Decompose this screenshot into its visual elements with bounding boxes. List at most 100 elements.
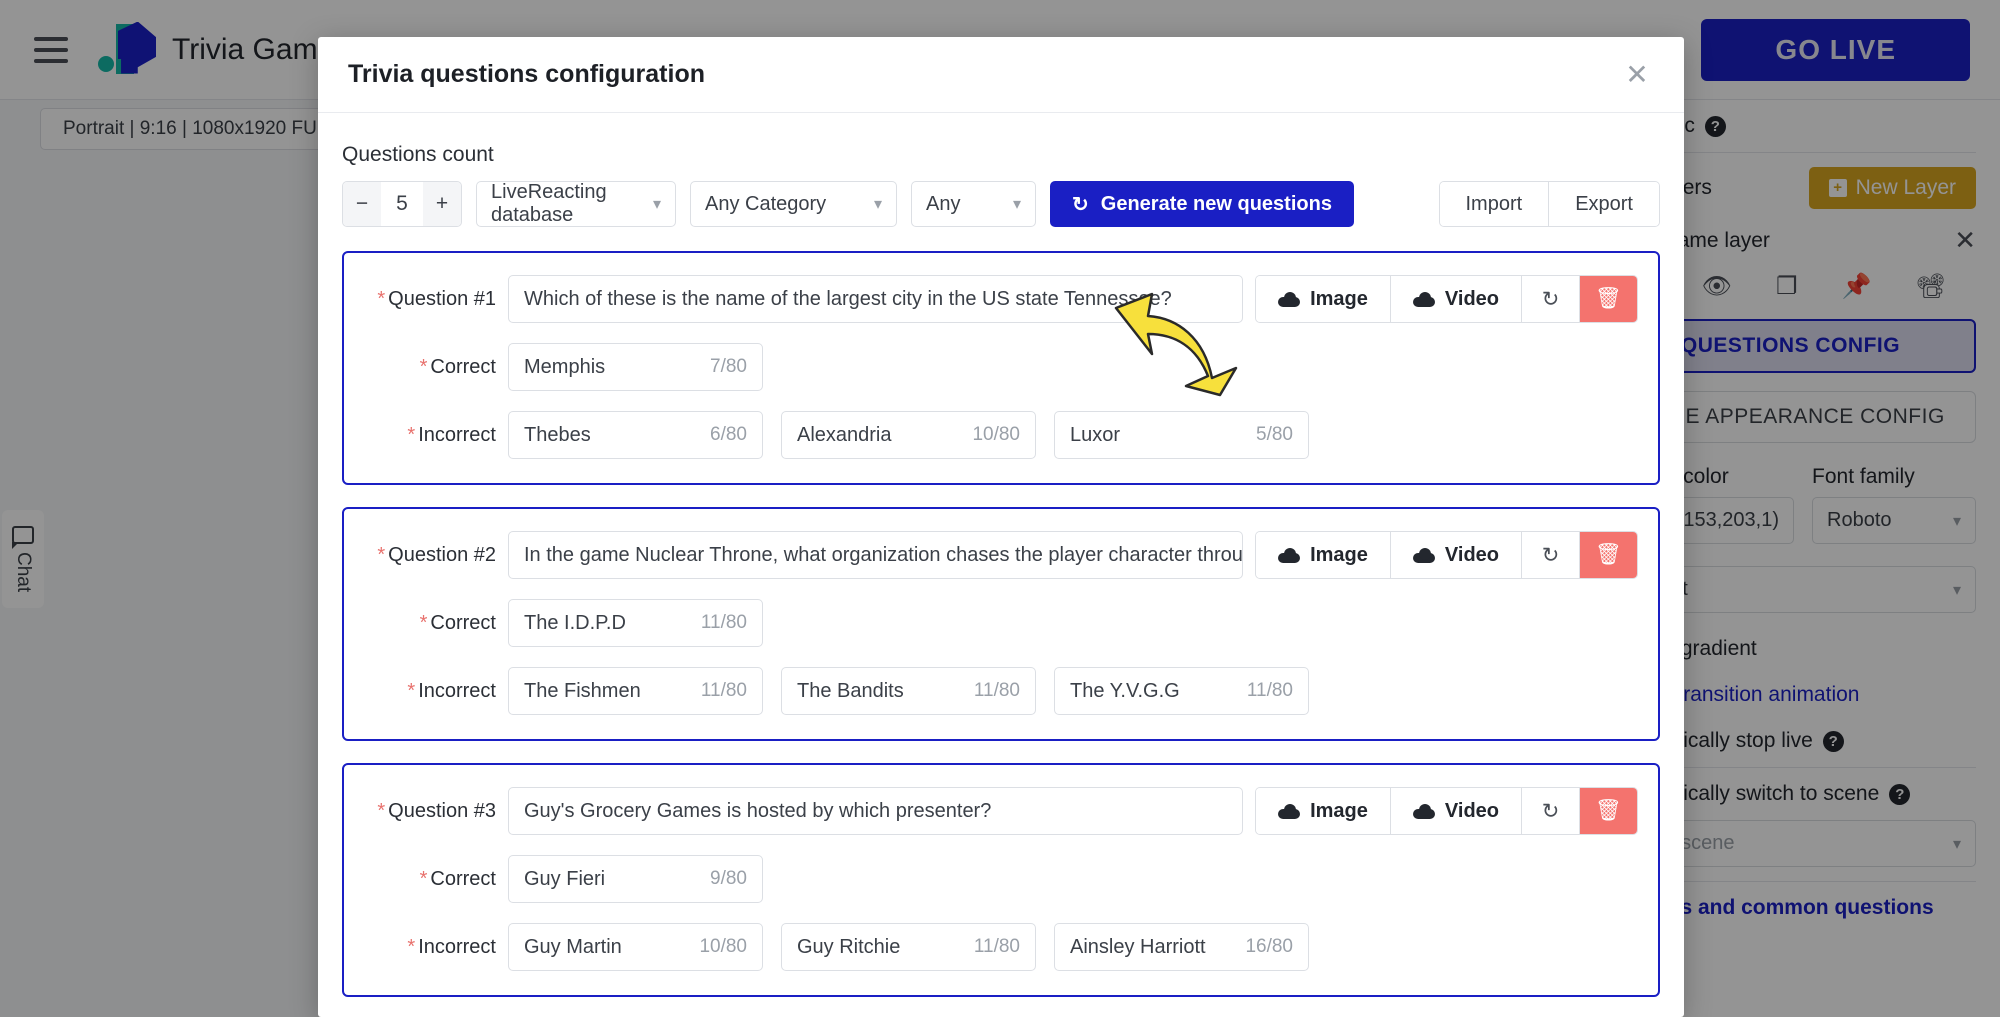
question-text-input[interactable]: In the game Nuclear Throne, what organiz… bbox=[508, 531, 1244, 579]
cloud-upload-icon bbox=[1278, 547, 1301, 563]
answer-count: 11/80 bbox=[700, 612, 747, 633]
incorrect-answer-input[interactable]: Luxor 5/80 bbox=[1054, 411, 1309, 459]
category-select[interactable]: Any Category ▾ bbox=[690, 181, 897, 227]
question-actions: Image Video ↻ 🗑 bbox=[1255, 787, 1638, 835]
correct-label-text: Correct bbox=[430, 867, 496, 890]
question-text-input[interactable]: Guy's Grocery Games is hosted by which p… bbox=[508, 787, 1244, 835]
answer-text: The Fishmen bbox=[524, 679, 641, 702]
difficulty-select-value: Any bbox=[926, 192, 961, 215]
answer-count: 10/80 bbox=[972, 424, 1020, 445]
correct-answers: The I.D.P.D 11/80 bbox=[508, 599, 763, 647]
incorrect-answer-input[interactable]: Thebes 6/80 bbox=[508, 411, 763, 459]
answer-count: 11/80 bbox=[973, 680, 1020, 701]
refresh-icon: ↻ bbox=[1541, 543, 1560, 567]
incorrect-label: * Incorrect bbox=[364, 936, 496, 959]
question-text-input[interactable]: Which of these is the name of the larges… bbox=[508, 275, 1244, 323]
answer-text: Guy Ritchie bbox=[797, 935, 901, 958]
questions-count-stepper: − 5 + bbox=[342, 181, 462, 227]
export-button[interactable]: Export bbox=[1548, 182, 1659, 226]
upload-video-button[interactable]: Video bbox=[1389, 788, 1521, 834]
incorrect-label: * Incorrect bbox=[364, 680, 496, 703]
cloud-upload-icon bbox=[1412, 803, 1435, 819]
delete-question-button[interactable]: 🗑 bbox=[1579, 788, 1637, 834]
upload-video-label: Video bbox=[1444, 543, 1499, 566]
refresh-question-button[interactable]: ↻ bbox=[1521, 788, 1579, 834]
correct-answer-input[interactable]: The I.D.P.D 11/80 bbox=[508, 599, 763, 647]
question-text-row: * Question #3 Guy's Grocery Games is host… bbox=[364, 787, 1638, 835]
upload-video-button[interactable]: Video bbox=[1389, 276, 1521, 322]
question-card: * Question #3 Guy's Grocery Games is host… bbox=[342, 763, 1660, 997]
correct-label: * Correct bbox=[364, 356, 496, 379]
answer-text: Thebes bbox=[524, 423, 591, 446]
refresh-icon: ↻ bbox=[1072, 193, 1089, 216]
answer-text: The Y.V.G.G bbox=[1070, 679, 1180, 702]
incorrect-answer-input[interactable]: Guy Martin 10/80 bbox=[508, 923, 763, 971]
incorrect-answer-input[interactable]: The Y.V.G.G 11/80 bbox=[1054, 667, 1309, 715]
incorrect-answers: Guy Martin 10/80 Guy Ritchie 11/80 Ainsl… bbox=[508, 923, 1309, 971]
answer-count: 6/80 bbox=[710, 424, 747, 445]
correct-answer-input[interactable]: Memphis 7/80 bbox=[508, 343, 763, 391]
correct-answers: Guy Fieri 9/80 bbox=[508, 855, 763, 903]
answer-text: The I.D.P.D bbox=[524, 611, 626, 634]
required-star: * bbox=[377, 287, 386, 310]
generate-button-label: Generate new questions bbox=[1100, 192, 1332, 215]
upload-image-button[interactable]: Image bbox=[1256, 276, 1390, 322]
correct-label: * Correct bbox=[364, 868, 496, 891]
generate-new-questions-button[interactable]: ↻ Generate new questions bbox=[1050, 181, 1354, 227]
question-label-text: Question #1 bbox=[388, 287, 496, 310]
questions-count-value[interactable]: 5 bbox=[381, 182, 423, 226]
correct-answer-row: * Correct Memphis 7/80 bbox=[364, 343, 1638, 391]
questions-toolbar: − 5 + LiveReacting database ▾ Any Catego… bbox=[342, 181, 1660, 227]
required-star: * bbox=[407, 935, 416, 958]
answer-count: 7/80 bbox=[710, 356, 747, 377]
close-icon[interactable]: ✕ bbox=[1620, 58, 1654, 92]
upload-image-button[interactable]: Image bbox=[1256, 788, 1390, 834]
incorrect-answers: Thebes 6/80 Alexandria 10/80 Luxor 5/80 bbox=[508, 411, 1309, 459]
incorrect-answer-row: * Incorrect Guy Martin 10/80 Guy Ritchie … bbox=[364, 923, 1638, 971]
cloud-upload-icon bbox=[1278, 803, 1301, 819]
upload-image-button[interactable]: Image bbox=[1256, 532, 1390, 578]
incorrect-answer-input[interactable]: Guy Ritchie 11/80 bbox=[781, 923, 1036, 971]
upload-image-label: Image bbox=[1310, 287, 1368, 310]
import-button[interactable]: Import bbox=[1439, 182, 1549, 226]
upload-video-label: Video bbox=[1444, 287, 1499, 310]
question-card: * Question #2 In the game Nuclear Throne,… bbox=[342, 507, 1660, 741]
difficulty-select[interactable]: Any ▾ bbox=[911, 181, 1036, 227]
correct-answer-row: * Correct Guy Fieri 9/80 bbox=[364, 855, 1638, 903]
chevron-down-icon: ▾ bbox=[1012, 196, 1021, 213]
increment-button[interactable]: + bbox=[423, 182, 461, 226]
incorrect-answer-row: * Incorrect The Fishmen 11/80 The Bandits… bbox=[364, 667, 1638, 715]
refresh-question-button[interactable]: ↻ bbox=[1521, 276, 1579, 322]
upload-image-label: Image bbox=[1310, 799, 1368, 822]
question-card: * Question #1 Which of these is the name … bbox=[342, 251, 1660, 485]
incorrect-answers: The Fishmen 11/80 The Bandits 11/80 The … bbox=[508, 667, 1309, 715]
answer-count: 11/80 bbox=[1246, 680, 1293, 701]
incorrect-answer-input[interactable]: Alexandria 10/80 bbox=[781, 411, 1036, 459]
modal-header: Trivia questions configuration ✕ bbox=[318, 37, 1684, 113]
chevron-down-icon: ▾ bbox=[873, 196, 882, 213]
database-select[interactable]: LiveReacting database ▾ bbox=[476, 181, 676, 227]
answer-text: The Bandits bbox=[797, 679, 904, 702]
refresh-question-button[interactable]: ↻ bbox=[1521, 532, 1579, 578]
question-actions: Image Video ↻ 🗑 bbox=[1255, 531, 1638, 579]
incorrect-answer-input[interactable]: The Fishmen 11/80 bbox=[508, 667, 763, 715]
incorrect-answer-input[interactable]: The Bandits 11/80 bbox=[781, 667, 1036, 715]
answer-count: 10/80 bbox=[699, 936, 747, 957]
incorrect-answer-input[interactable]: Ainsley Harriott 16/80 bbox=[1054, 923, 1309, 971]
correct-label: * Correct bbox=[364, 612, 496, 635]
category-select-value: Any Category bbox=[705, 192, 827, 215]
answer-text: Ainsley Harriott bbox=[1070, 935, 1206, 958]
delete-question-button[interactable]: 🗑 bbox=[1579, 276, 1637, 322]
incorrect-label-text: Incorrect bbox=[418, 679, 496, 702]
delete-question-button[interactable]: 🗑 bbox=[1579, 532, 1637, 578]
upload-video-button[interactable]: Video bbox=[1389, 532, 1521, 578]
modal-body: Questions count − 5 + LiveReacting datab… bbox=[318, 113, 1684, 1017]
decrement-button[interactable]: − bbox=[343, 182, 381, 226]
answer-text: Guy Fieri bbox=[524, 867, 606, 890]
correct-label-text: Correct bbox=[430, 611, 496, 634]
required-star: * bbox=[377, 799, 386, 822]
database-select-value: LiveReacting database bbox=[491, 181, 607, 226]
answer-count: 5/80 bbox=[1256, 424, 1293, 445]
correct-answer-input[interactable]: Guy Fieri 9/80 bbox=[508, 855, 763, 903]
question-label: * Question #2 bbox=[364, 544, 496, 567]
